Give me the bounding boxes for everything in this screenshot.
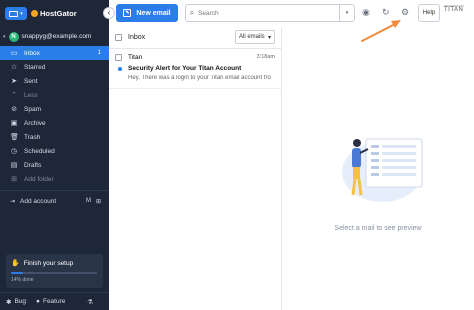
message-sender: Titan <box>128 54 143 61</box>
filter-dropdown[interactable]: All emails ▾ <box>235 30 275 44</box>
collapse-sidebar-button[interactable]: ‹ <box>103 7 115 19</box>
filter-label: All emails <box>239 34 265 40</box>
message-checkbox[interactable] <box>115 54 122 61</box>
chevron-down-icon: ▾ <box>267 34 271 41</box>
message-subject: Security Alert for Your Titan Account <box>128 65 242 72</box>
select-all-checkbox[interactable] <box>115 34 122 41</box>
unread-dot-icon <box>118 67 122 71</box>
message-preview: Hey, There was a login to your Titan ema… <box>128 75 271 81</box>
mail-list-header: Inbox All emails ▾ <box>109 27 281 49</box>
message-time: 3:18am <box>256 54 275 60</box>
empty-state-illustration <box>342 138 423 202</box>
mail-list: Inbox All emails ▾ Titan 3:18am Security… <box>109 27 282 310</box>
folder-title: Inbox <box>128 34 146 41</box>
list-item[interactable]: Titan 3:18am Security Alert for Your Tit… <box>109 49 281 89</box>
preview-pane: Select a mail to see preview <box>282 27 474 310</box>
mail-app: ▾ HostGator ‹ ▾ N snappyg@example.com ▭ I… <box>0 0 474 310</box>
empty-preview-text: Select a mail to see preview <box>334 225 422 232</box>
